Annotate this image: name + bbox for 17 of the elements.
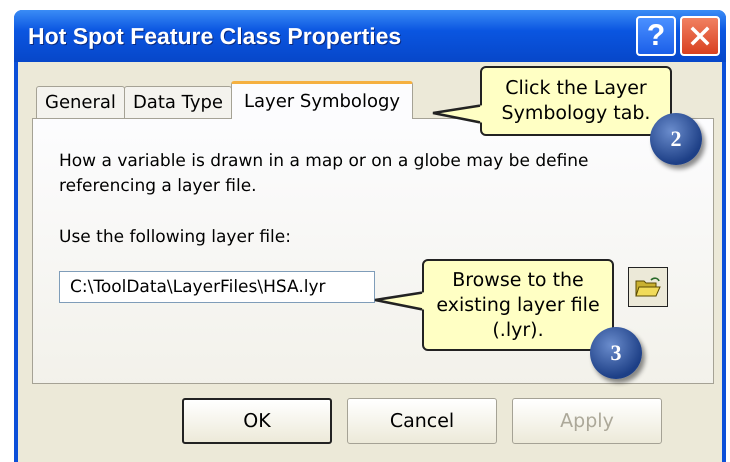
close-button[interactable] (680, 16, 720, 56)
tab[interactable]: Layer Symbology (230, 81, 414, 119)
browse-button[interactable] (628, 267, 668, 307)
tab[interactable]: General (36, 86, 125, 118)
window-title: Hot Spot Feature Class Properties (28, 22, 402, 50)
dialog-button[interactable]: OK (182, 398, 332, 444)
help-button[interactable]: ? (636, 16, 676, 56)
close-icon (689, 25, 711, 47)
description-text: How a variable is drawn in a map or on a globe may be define referencing a layer file. (59, 150, 590, 198)
callout-pointer (430, 103, 484, 125)
callout-pointer (372, 290, 426, 312)
field-label: Use the following layer file: (59, 227, 292, 247)
callout-tooltip: Click the Layer Symbology tab. (480, 66, 672, 136)
file-path-field[interactable]: C:\ToolData\LayerFiles\HSA.lyr (59, 271, 375, 303)
dialog-button[interactable]: Cancel (347, 398, 497, 444)
tab[interactable]: Data Type (124, 86, 232, 118)
folder-icon (634, 275, 662, 299)
